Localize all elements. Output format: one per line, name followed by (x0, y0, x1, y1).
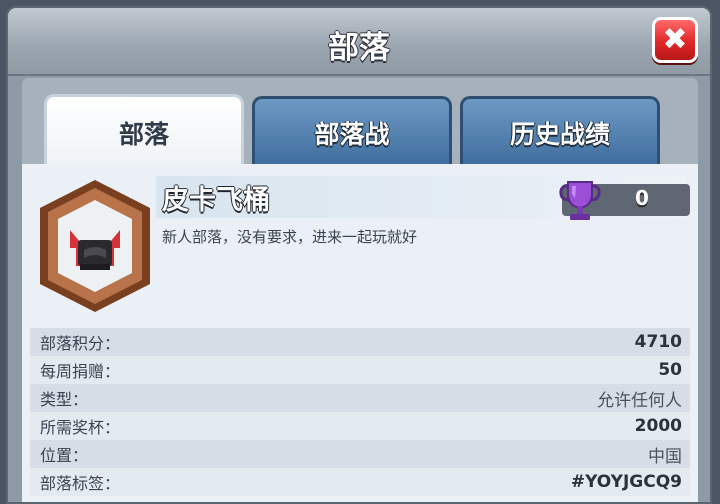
stat-row-clan-tag: 部落标签： #YOYJGCQ9 (30, 468, 690, 496)
clan-name: 皮卡飞桶 (162, 185, 270, 216)
stat-label: 部落积分： (40, 334, 121, 353)
dialog-titlebar: 部落 ✖ (8, 8, 710, 76)
dialog-title: 部落 (328, 30, 390, 66)
trophy-icon (559, 181, 601, 220)
stat-value: 允许任何人 (597, 390, 682, 411)
clan-description: 新人部落，没有要求，进来一起玩就好 (162, 228, 418, 246)
stat-row-weekly-donations: 每周捐赠： 50 (30, 356, 690, 384)
stat-label: 所需奖杯： (40, 418, 121, 437)
tab-clan-war-label: 部落战 (314, 119, 390, 149)
tab-war-history-label: 历史战绩 (509, 119, 610, 149)
clan-badge-icon (40, 180, 150, 312)
trophy-count: 0 (635, 186, 649, 210)
clan-dialog: 部落 ✖ 部落 部落战 历史战绩 皮卡飞桶 0 新人部落，没有要求，进来一起玩就… (6, 6, 712, 504)
stat-value[interactable]: #YOYJGCQ9 (571, 472, 682, 492)
stat-row-clan-score: 部落积分： 4710 (30, 328, 690, 356)
stat-label: 每周捐赠： (40, 362, 121, 381)
stat-value: 2000 (634, 416, 682, 436)
tab-clan[interactable]: 部落 (44, 94, 244, 168)
clan-stats-table: 部落积分： 4710 每周捐赠： 50 类型： 允许任何人 所需奖杯： 2000… (30, 328, 690, 496)
stat-label: 类型： (40, 390, 89, 409)
stat-label: 位置： (40, 446, 89, 465)
stat-row-location: 位置： 中国 (30, 440, 690, 468)
close-icon: ✖ (662, 22, 688, 57)
clan-info-content: 皮卡飞桶 0 新人部落，没有要求，进来一起玩就好 部落积分： 4710 每周捐赠… (22, 164, 698, 502)
stat-value: 4710 (634, 332, 682, 352)
tab-clan-war[interactable]: 部落战 (252, 96, 452, 166)
stat-row-required-trophies: 所需奖杯： 2000 (30, 412, 690, 440)
stat-label: 部落标签： (40, 474, 121, 493)
close-button[interactable]: ✖ (652, 17, 698, 63)
tab-war-history[interactable]: 历史战绩 (460, 96, 660, 166)
stat-row-type: 类型： 允许任何人 (30, 384, 690, 412)
tab-clan-label: 部落 (118, 119, 169, 149)
stat-value: 中国 (648, 446, 682, 467)
tab-strip: 部落 部落战 历史战绩 (22, 78, 698, 168)
stat-value: 50 (658, 360, 682, 380)
